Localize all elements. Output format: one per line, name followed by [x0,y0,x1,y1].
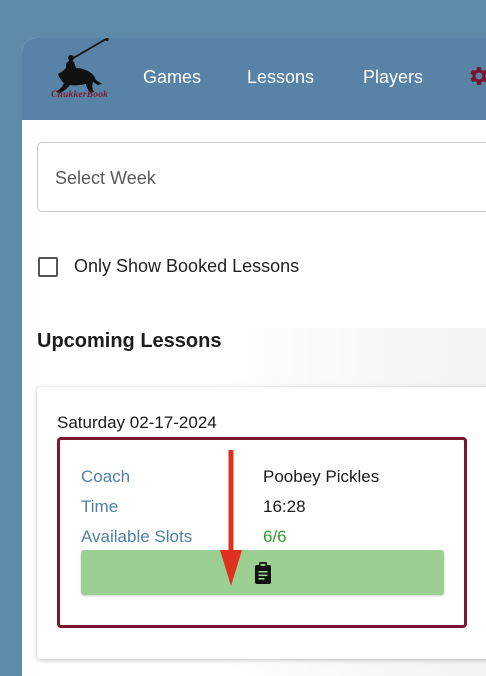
brand-name: ChukkerBook [51,90,109,100]
gear-icon[interactable] [466,64,486,88]
lesson-date: Saturday 02-17-2024 [57,413,217,432]
lesson-card: Saturday 02-17-2024 Coach Poobey Pickles… [37,387,486,659]
coach-value: Poobey Pickles [263,467,380,486]
only-booked-checkbox[interactable] [38,256,58,277]
book-lesson-button[interactable] [81,550,444,595]
navbar: ChukkerBook Games Lessons Players [22,38,486,120]
lesson-details: Coach Poobey Pickles Time 16:28 Availabl… [57,437,467,628]
slots-value: 6/6 [263,527,287,546]
time-value: 16:28 [263,497,306,516]
slots-row: Available Slots 6/6 [81,527,287,547]
nav-lessons-link[interactable]: Lessons [247,67,314,88]
section-title: Upcoming Lessons [37,330,222,352]
nav-players-link[interactable]: Players [363,67,423,88]
select-week-input[interactable]: Select Week [37,142,486,212]
slots-label: Available Slots [81,527,193,546]
app-window: ChukkerBook Games Lessons Players Select… [22,38,486,676]
coach-row: Coach Poobey Pickles [81,467,379,487]
only-booked-filter[interactable]: Only Show Booked Lessons [38,256,299,277]
only-booked-label: Only Show Booked Lessons [74,256,300,276]
clipboard-icon [254,561,271,584]
annotation-arrow-icon [220,450,242,586]
time-label: Time [81,497,119,516]
coach-label: Coach [81,467,131,486]
time-row: Time 16:28 [81,497,306,517]
nav-games-link[interactable]: Games [143,67,201,88]
brand-logo[interactable]: ChukkerBook [36,38,120,102]
